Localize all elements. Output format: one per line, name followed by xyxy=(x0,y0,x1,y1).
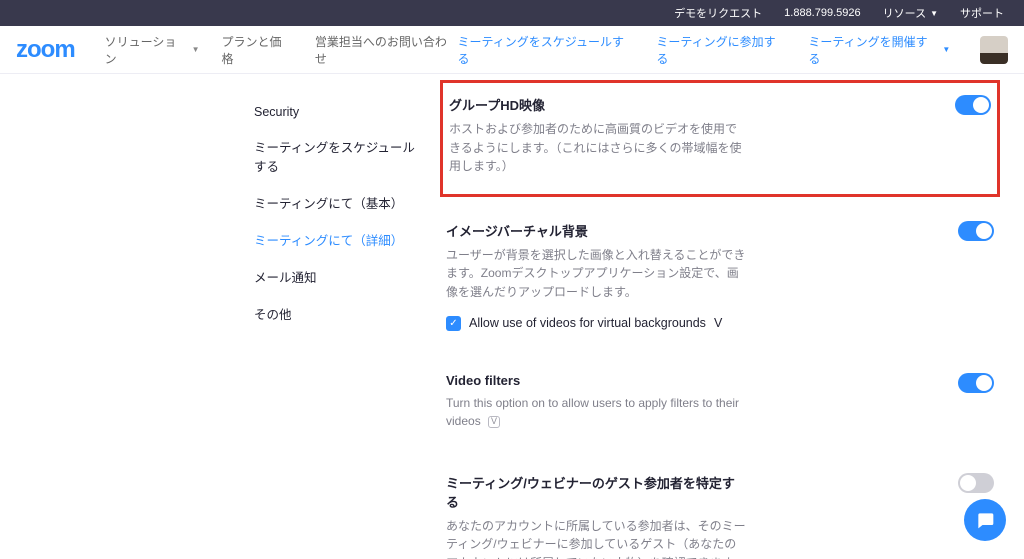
chat-bubble-button[interactable] xyxy=(964,499,1006,541)
chevron-down-icon: ▼ xyxy=(930,9,938,18)
setting-virtual-bg-video-label: Allow use of videos for virtual backgrou… xyxy=(469,316,706,330)
nav-contact[interactable]: 営業担当へのお問い合わせ xyxy=(315,33,458,67)
settings-sidebar: Security ミーティングをスケジュールする ミーティングにて（基本） ミー… xyxy=(236,74,436,559)
topbar-resources-label: リソース xyxy=(883,5,926,21)
nav-host-label: ミーティングを開催する xyxy=(808,33,938,67)
zoom-logo[interactable]: zoom xyxy=(16,36,75,64)
setting-guest-identify-desc: あなたのアカウントに所属している参加者は、そのミーティング/ウェビナーに参加して… xyxy=(446,517,746,559)
left-gutter xyxy=(0,74,236,559)
chevron-down-icon: ▼ xyxy=(192,45,200,54)
setting-virtual-bg-desc: ユーザーが背景を選択した画像と入れ替えることができます。Zoomデスクトップアプ… xyxy=(446,246,746,302)
nav-join-meeting[interactable]: ミーティングに参加する xyxy=(656,33,786,67)
setting-virtual-bg-title: イメージバーチャル背景 xyxy=(446,221,746,240)
nav-solutions[interactable]: ソリューション ▼ xyxy=(105,33,200,67)
topbar-resources-link[interactable]: リソース ▼ xyxy=(883,5,938,21)
nav-solutions-label: ソリューション xyxy=(105,33,188,67)
sidebar-item-schedule[interactable]: ミーティングをスケジュールする xyxy=(254,128,426,184)
topbar-support-link[interactable]: サポート xyxy=(960,5,1004,21)
setting-group-hd: グループHD映像 ホストおよび参加者のために高画質のビデオを使用できるようにしま… xyxy=(440,80,1000,197)
setting-group-hd-title: グループHD映像 xyxy=(449,95,749,114)
setting-guest-identify-desc-text: あなたのアカウントに所属している参加者は、そのミーティング/ウェビナーに参加して… xyxy=(446,519,746,559)
nav-left: ソリューション ▼ プランと価格 営業担当へのお問い合わせ xyxy=(105,33,458,67)
info-icon[interactable]: V xyxy=(714,316,722,330)
setting-group-hd-desc: ホストおよび参加者のために高画質のビデオを使用できるようにします。（これにはさら… xyxy=(449,120,749,176)
nav-plans[interactable]: プランと価格 xyxy=(221,33,292,67)
setting-video-filters-toggle[interactable] xyxy=(958,373,994,393)
setting-virtual-bg: イメージバーチャル背景 ユーザーが背景を選択した画像と入れ替えることができます。… xyxy=(446,203,994,355)
chevron-down-icon: ▼ xyxy=(942,45,950,54)
nav-schedule-meeting[interactable]: ミーティングをスケジュールする xyxy=(458,33,635,67)
setting-video-filters-title: Video filters xyxy=(446,373,746,388)
topbar-demo-link[interactable]: デモをリクエスト xyxy=(674,5,762,21)
sidebar-item-inmeeting-basic[interactable]: ミーティングにて（基本） xyxy=(254,184,426,221)
avatar[interactable] xyxy=(980,36,1008,64)
info-icon[interactable]: V xyxy=(488,416,500,428)
setting-virtual-bg-toggle[interactable] xyxy=(958,221,994,241)
settings-main: グループHD映像 ホストおよび参加者のために高画質のビデオを使用できるようにしま… xyxy=(436,74,1024,559)
setting-guest-identify: ミーティング/ウェビナーのゲスト参加者を特定する あなたのアカウントに所属してい… xyxy=(446,455,994,559)
utility-topbar: デモをリクエスト 1.888.799.5926 リソース ▼ サポート xyxy=(0,0,1024,26)
setting-video-filters-desc: Turn this option on to allow users to ap… xyxy=(446,394,746,431)
sidebar-item-other[interactable]: その他 xyxy=(254,295,426,332)
nav-host-meeting[interactable]: ミーティングを開催する ▼ xyxy=(808,33,950,67)
sidebar-item-inmeeting-advanced[interactable]: ミーティングにて（詳細） xyxy=(254,221,426,258)
sidebar-item-security[interactable]: Security xyxy=(254,96,426,128)
setting-group-hd-toggle[interactable] xyxy=(955,95,991,115)
setting-guest-identify-toggle[interactable] xyxy=(958,473,994,493)
setting-video-filters: Video filters Turn this option on to all… xyxy=(446,355,994,455)
sidebar-item-email-notif[interactable]: メール通知 xyxy=(254,258,426,295)
chat-icon xyxy=(975,510,995,530)
setting-virtual-bg-video-checkbox[interactable]: ✓ Allow use of videos for virtual backgr… xyxy=(446,316,746,331)
content-area: Security ミーティングをスケジュールする ミーティングにて（基本） ミー… xyxy=(0,74,1024,559)
topbar-phone-link[interactable]: 1.888.799.5926 xyxy=(784,7,860,19)
setting-guest-identify-title: ミーティング/ウェビナーのゲスト参加者を特定する xyxy=(446,473,746,511)
nav-right: ミーティングをスケジュールする ミーティングに参加する ミーティングを開催する … xyxy=(458,33,1008,67)
main-header: zoom ソリューション ▼ プランと価格 営業担当へのお問い合わせ ミーティン… xyxy=(0,26,1024,74)
check-icon: ✓ xyxy=(446,316,461,331)
